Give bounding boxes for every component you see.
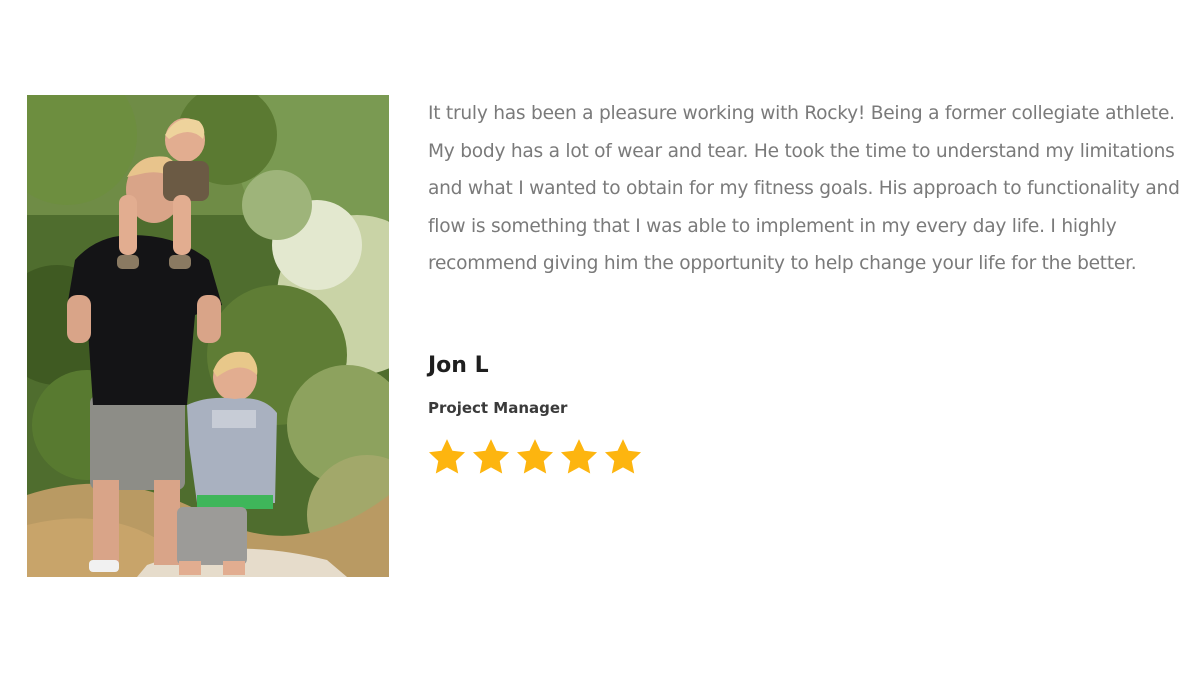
photo-illustration [27, 95, 389, 577]
reviewer-name: Jon L [428, 353, 489, 378]
star-icon [428, 439, 466, 474]
reviewer-role: Project Manager [428, 399, 568, 417]
testimonial-quote: It truly has been a pleasure working wit… [428, 103, 1180, 274]
star-icon [516, 439, 554, 474]
star-rating [426, 436, 644, 480]
star-icon [604, 439, 642, 474]
testimonial-section: It truly has been a pleasure working wit… [0, 0, 1200, 675]
testimonial-photo [27, 95, 389, 577]
star-icon [560, 439, 598, 474]
star-icon [472, 439, 510, 474]
